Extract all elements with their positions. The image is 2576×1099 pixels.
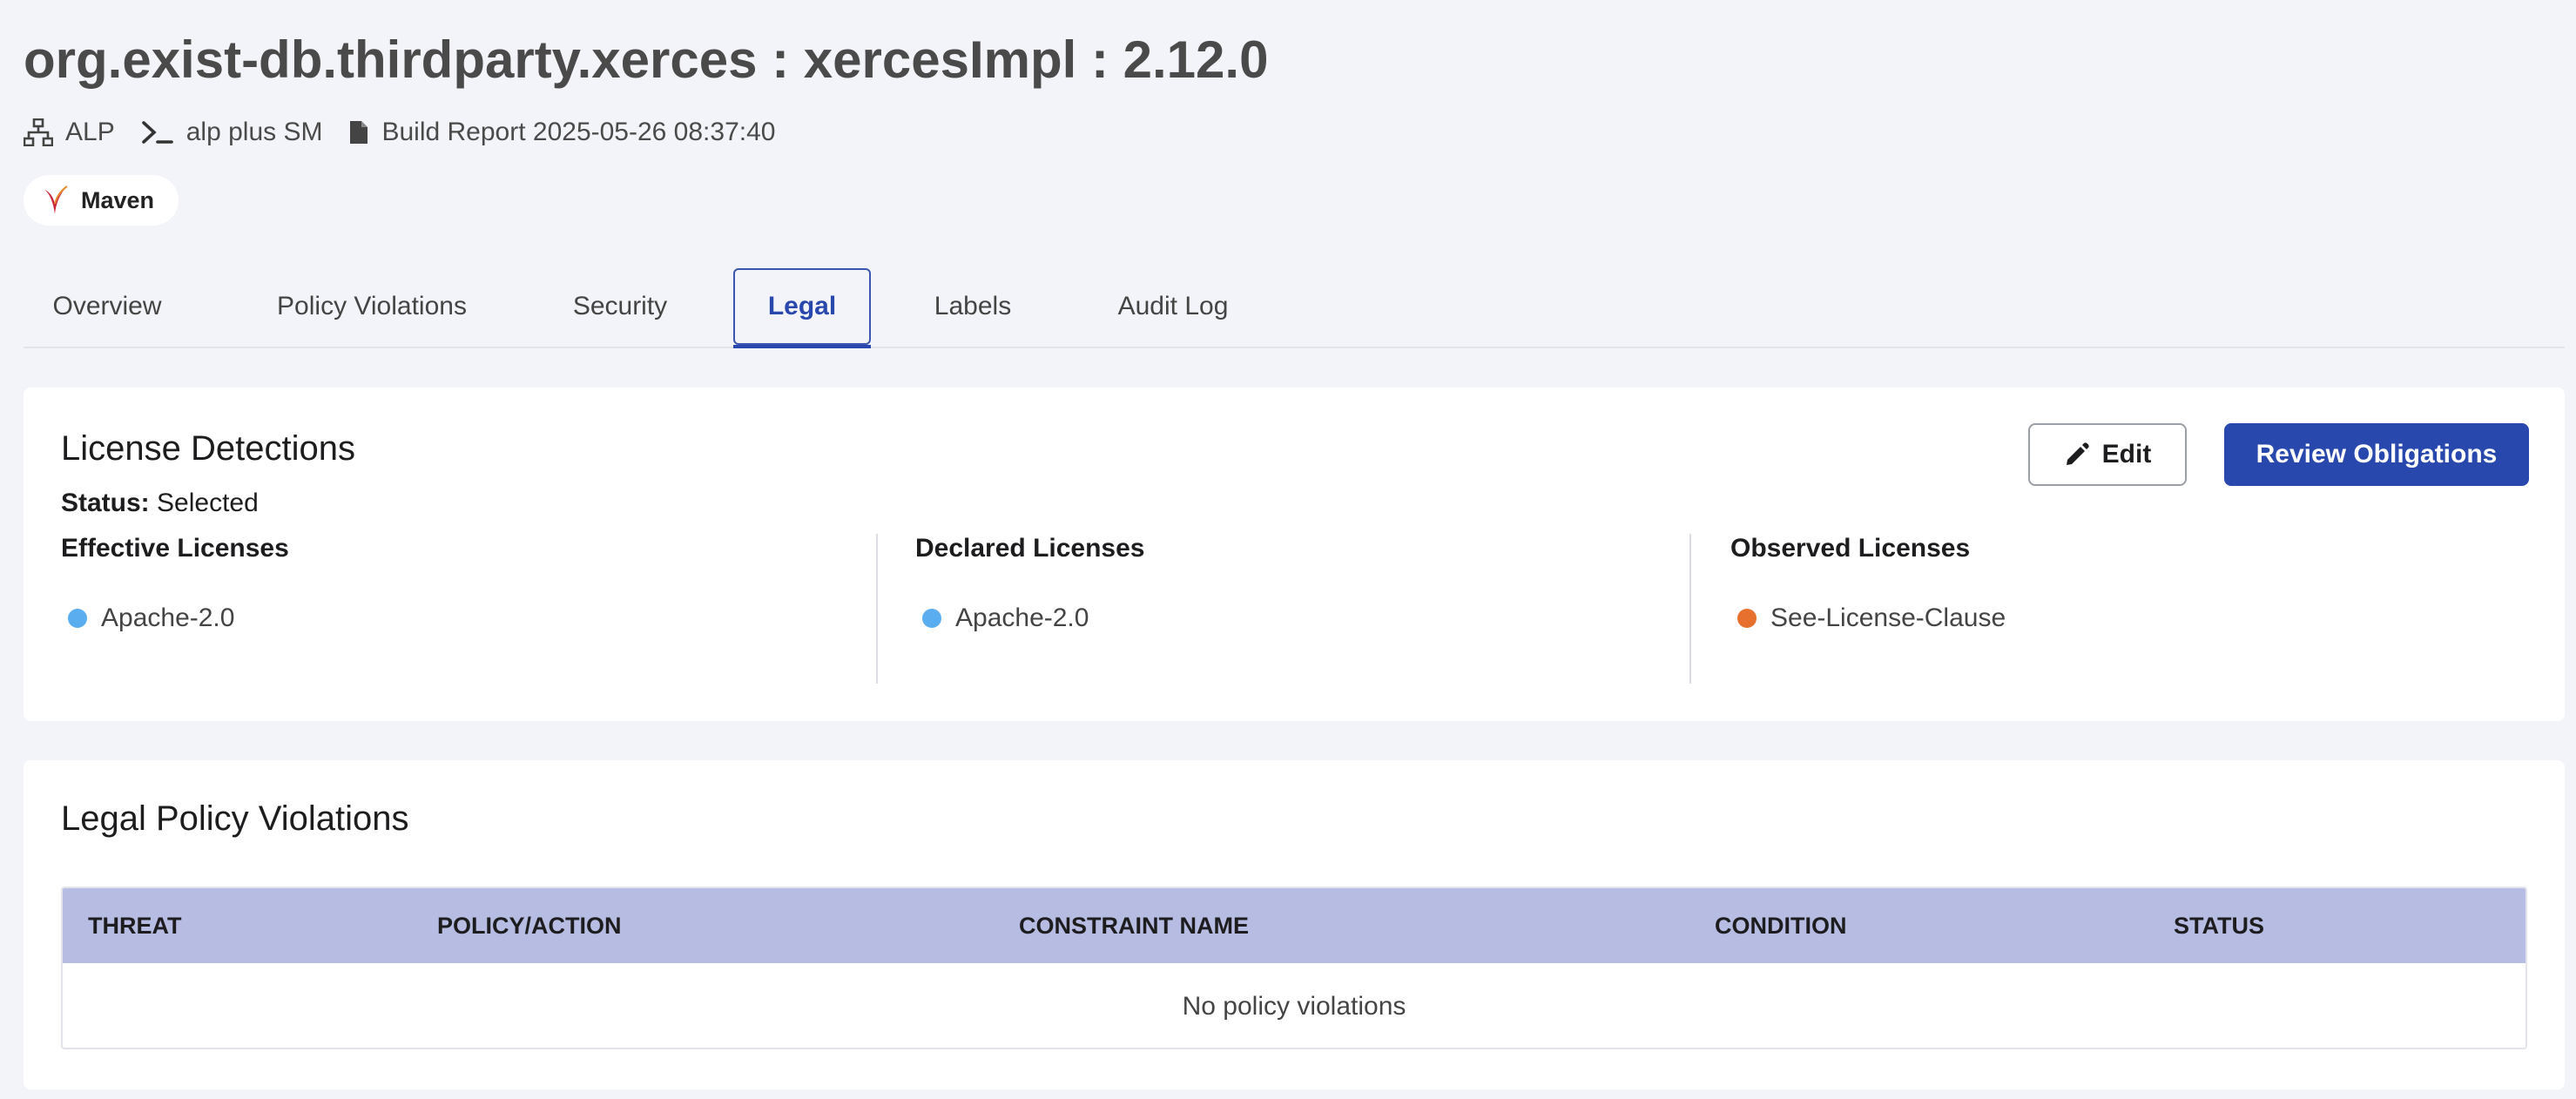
tab-legal[interactable]: Legal	[733, 268, 871, 345]
declared-license-name: Apache-2.0	[955, 603, 1089, 632]
tab-labels[interactable]: Labels	[925, 268, 1021, 345]
ecosystem-badge-label: Maven	[81, 186, 155, 213]
tab-policy-violations[interactable]: Policy Violations	[267, 268, 476, 345]
column-header-condition[interactable]: CONDITION	[1715, 888, 1847, 963]
column-header-constraint-name[interactable]: CONSTRAINT NAME	[1019, 888, 1249, 963]
license-detections-card: License Detections Status: Selected Edit…	[24, 388, 2565, 721]
legal-policy-violations-title: Legal Policy Violations	[61, 799, 409, 838]
active-tab-indicator	[733, 345, 871, 348]
effective-licenses-heading: Effective Licenses	[61, 534, 289, 563]
pencil-icon	[2066, 442, 2089, 465]
declared-licenses-column: Declared Licenses Apache-2.0	[915, 534, 1699, 684]
column-divider	[876, 534, 878, 684]
column-header-status[interactable]: STATUS	[2174, 888, 2264, 963]
license-status-value: Selected	[157, 489, 259, 517]
component-meta: ALP alp plus SM Build Report 2025-05-26 …	[24, 113, 801, 152]
page: org.exist-db.thirdparty.xerces : xercesI…	[0, 0, 2576, 1099]
license-detections-title: License Detections	[61, 429, 355, 468]
violations-table: THREAT POLICY/ACTION CONSTRAINT NAME CON…	[61, 887, 2527, 1049]
license-dot	[68, 609, 87, 628]
tab-bar: Overview Policy Violations Security Lega…	[24, 268, 2565, 348]
meta-build-report[interactable]: Build Report 2025-05-26 08:37:40	[348, 118, 775, 147]
observed-license-name: See-License-Clause	[1770, 603, 2006, 632]
meta-application[interactable]: alp plus SM	[141, 118, 323, 147]
tab-security[interactable]: Security	[559, 268, 681, 345]
maven-feather-icon	[44, 185, 68, 214]
column-header-policy-action[interactable]: POLICY/ACTION	[437, 888, 622, 963]
column-divider	[1689, 534, 1691, 684]
license-status-label: Status:	[61, 489, 150, 517]
legal-policy-violations-card: Legal Policy Violations THREAT POLICY/AC…	[24, 760, 2565, 1089]
tab-audit-log[interactable]: Audit Log	[1103, 268, 1243, 345]
observed-licenses-heading: Observed Licenses	[1730, 534, 1971, 563]
file-icon	[350, 121, 368, 144]
effective-license-name: Apache-2.0	[101, 603, 235, 632]
edit-button-label: Edit	[2101, 440, 2152, 469]
meta-application-label: alp plus SM	[185, 118, 323, 146]
terminal-icon	[141, 121, 173, 144]
tab-overview[interactable]: Overview	[50, 268, 165, 345]
empty-state-message: No policy violations	[1182, 991, 1406, 1021]
license-status: Status: Selected	[61, 489, 259, 518]
meta-project-label: ALP	[65, 118, 115, 146]
ecosystem-badge: Maven	[24, 175, 179, 226]
effective-license-item[interactable]: Apache-2.0	[61, 603, 234, 633]
table-header: THREAT POLICY/ACTION CONSTRAINT NAME CON…	[63, 888, 2525, 963]
declared-license-item[interactable]: Apache-2.0	[915, 603, 1089, 633]
column-header-threat[interactable]: THREAT	[88, 888, 182, 963]
declared-licenses-heading: Declared Licenses	[915, 534, 1145, 563]
license-dot	[922, 609, 941, 628]
edit-button[interactable]: Edit	[2028, 423, 2187, 486]
observed-license-item[interactable]: See-License-Clause	[1730, 603, 2006, 633]
page-title: org.exist-db.thirdparty.xerces : xercesI…	[24, 30, 1269, 89]
network-icon	[24, 118, 53, 146]
meta-build-report-label: Build Report 2025-05-26 08:37:40	[381, 118, 776, 146]
meta-project[interactable]: ALP	[24, 118, 115, 147]
observed-licenses-column: Observed Licenses See-License-Clause	[1730, 534, 2514, 684]
license-dot	[1737, 609, 1757, 628]
review-obligations-button[interactable]: Review Obligations	[2224, 423, 2529, 486]
effective-licenses-column: Effective Licenses Apache-2.0	[61, 534, 845, 684]
